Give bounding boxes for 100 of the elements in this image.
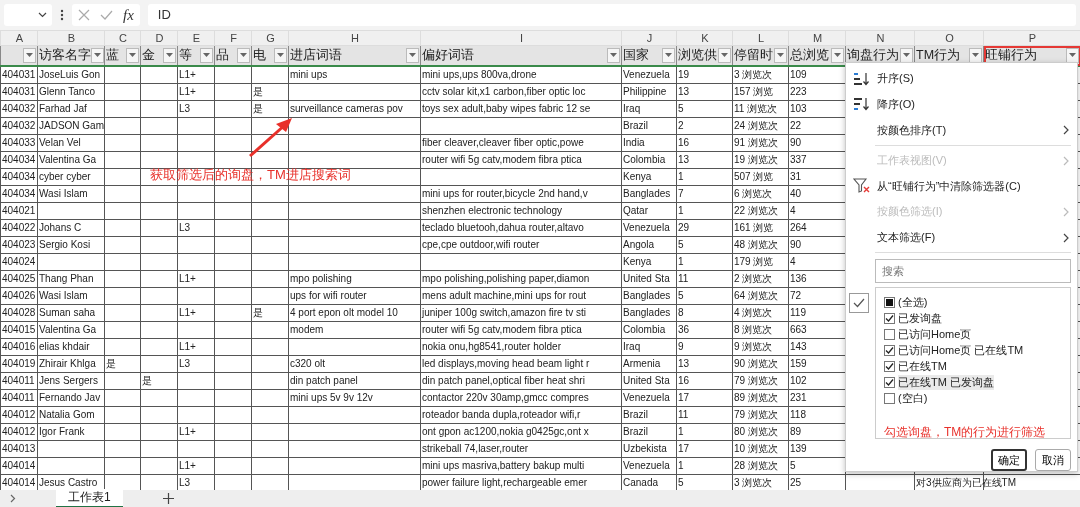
column-letter[interactable]: C (104, 30, 141, 46)
column-header: 进店词语 (290, 46, 342, 64)
table-cell-text: L3 (179, 475, 191, 490)
table-cell-text: 1 (678, 203, 684, 218)
table-cell-text: 2 浏览次 (734, 271, 773, 286)
filter-dropdown-button[interactable] (406, 47, 419, 63)
checkbox[interactable] (884, 360, 895, 372)
table-cell-text: ont gpon ac1200,nokia g0425gc,ont x (422, 424, 589, 439)
table-cell-text: 是 (106, 356, 116, 371)
filter-value-label[interactable]: (全选) (898, 294, 928, 310)
menu-item[interactable]: 降序(O) (849, 91, 1071, 118)
filter-dropdown-button[interactable] (900, 47, 913, 63)
insert-function-button[interactable]: fx (123, 6, 134, 24)
dialog-button[interactable]: 取消 (1035, 449, 1071, 472)
table-cell-text: mini ups masriva,battery bakup multi (422, 458, 585, 473)
table-cell-text: Venezuela (623, 390, 670, 405)
checkbox[interactable] (884, 376, 895, 388)
menu-item[interactable]: 从“旺铺行为”中清除筛选器(C) (849, 173, 1071, 200)
column-letter[interactable]: B (37, 30, 105, 46)
filter-value-label[interactable]: (空白) (898, 390, 928, 406)
filter-value-label[interactable]: 已访问Home页 (898, 326, 972, 342)
filter-dropdown-button[interactable] (91, 47, 104, 63)
column-letter[interactable]: G (251, 30, 289, 46)
filter-dropdown-button[interactable] (237, 47, 250, 63)
filter-value-label[interactable]: 已访问Home页 已在线TM (898, 342, 1024, 358)
filter-dropdown-button[interactable] (23, 47, 36, 63)
formula-field[interactable]: ID (147, 4, 1076, 26)
table-cell-text: L1+ (179, 458, 196, 473)
table-cell-text: nokia onu,hg8541,router holder (422, 339, 561, 354)
filter-dropdown-button[interactable] (718, 47, 731, 63)
column-letter[interactable]: O (914, 30, 984, 46)
caret-icon (721, 53, 728, 58)
table-cell-text: 24 浏览次 (734, 118, 778, 133)
checkbox[interactable] (884, 312, 895, 324)
table-cell-text: cyber cyber (39, 169, 91, 184)
table-cell-text: 103 (790, 101, 807, 116)
menu-item[interactable]: 升序(S) (849, 66, 1071, 92)
filter-dropdown-button[interactable] (607, 47, 620, 63)
check-icon[interactable] (100, 10, 113, 20)
table-cell-text: 663 (790, 322, 807, 337)
checkbox[interactable] (884, 344, 895, 356)
add-icon[interactable] (162, 493, 174, 504)
filter-dropdown-button[interactable] (1066, 47, 1079, 63)
table-cell-text: 404011 (2, 373, 35, 388)
filter-dropdown-button[interactable] (200, 47, 213, 63)
column-letter[interactable]: M (788, 30, 846, 46)
filter-dropdown-button[interactable] (274, 47, 287, 63)
filter-dropdown-button[interactable] (163, 47, 176, 63)
column-letter[interactable]: F (214, 30, 252, 46)
table-cell-text: router wifi 5g catv,modem fibra ptica (422, 322, 582, 337)
filter-value-label[interactable]: 已发询盘 (898, 310, 942, 326)
column-letter[interactable]: P (983, 30, 1080, 46)
checkbox[interactable] (884, 392, 895, 404)
column-letter[interactable]: E (177, 30, 215, 46)
caret-icon (610, 53, 617, 58)
table-cell-text: Jesus Castro (39, 475, 98, 490)
filter-dropdown-button[interactable] (774, 47, 787, 63)
dialog-button[interactable]: 确定 (991, 449, 1027, 472)
checkbox[interactable] (884, 296, 895, 308)
table-cell-text: 28 浏览次 (734, 458, 778, 473)
table-cell-text: 2 (678, 118, 684, 133)
column-header: 访客名字 (39, 46, 91, 64)
column-letter[interactable]: N (845, 30, 915, 46)
checkbox[interactable] (884, 328, 895, 340)
search-field[interactable]: 搜索 (875, 259, 1071, 284)
table-cell-text: mini ups (290, 67, 328, 82)
chevron-right-icon[interactable] (10, 494, 16, 503)
filter-value-label[interactable]: 已在线TM (898, 358, 947, 374)
column-letter[interactable]: K (676, 30, 733, 46)
more-icon[interactable] (60, 9, 64, 21)
column-letter[interactable]: I (420, 30, 622, 46)
column-letter[interactable]: D (140, 30, 178, 46)
caret-icon (166, 53, 173, 58)
menu-item[interactable]: 按颜色排序(T) (849, 117, 1071, 143)
menu-item[interactable]: 文本筛选(F) (849, 224, 1071, 251)
table-cell-text: Kenya (623, 254, 652, 269)
sheet-tab[interactable]: 工作表1 (56, 489, 123, 507)
table-cell-text: Zhirair Khlga (39, 356, 96, 371)
column-letter[interactable]: J (621, 30, 677, 46)
table-cell-text: 13 (678, 84, 690, 99)
filter-dropdown-button[interactable] (831, 47, 844, 63)
table-cell-text: Colombia (623, 152, 666, 167)
filter-dropdown-button[interactable] (969, 47, 982, 63)
table-cell-text: 48 浏览次 (734, 237, 778, 252)
table-cell-text: Natalia Gom (39, 407, 95, 422)
filter-dropdown-button[interactable] (662, 47, 675, 63)
column-letter[interactable]: H (288, 30, 421, 46)
table-cell-text: elias khdair (39, 339, 90, 354)
column-letter[interactable]: L (732, 30, 789, 46)
table-cell-text: Jens Sergers (39, 373, 98, 388)
table-cell-text: din patch panel (290, 373, 358, 388)
table-cell-text: 404022 (2, 220, 36, 235)
sort-ascending-icon (854, 71, 870, 86)
table-cell-text: 507 浏览 (734, 169, 774, 184)
table-cell-text: L3 (179, 356, 191, 371)
filter-dropdown-button[interactable] (126, 47, 139, 63)
table-cell-text: modem (290, 322, 324, 337)
table-cell-text: 404013 (2, 441, 36, 456)
column-letter[interactable]: A (0, 30, 38, 46)
filter-value-label[interactable]: 已在线TM 已发询盘 (898, 374, 994, 390)
